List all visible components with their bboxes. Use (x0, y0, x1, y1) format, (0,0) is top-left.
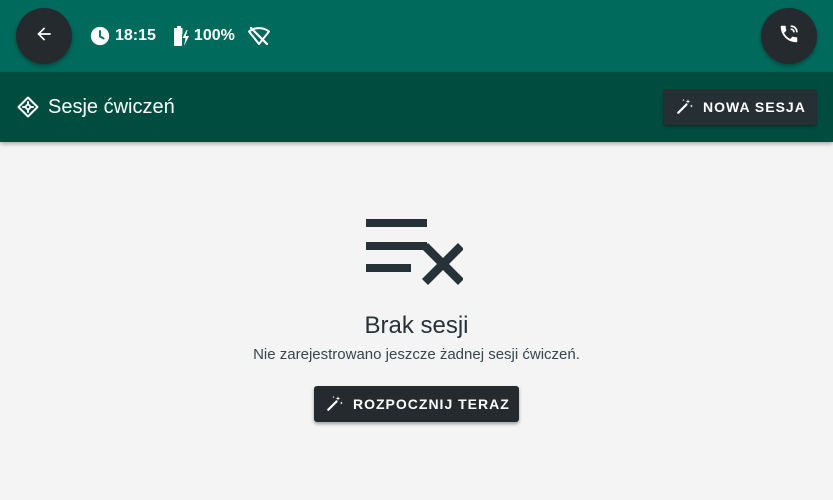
start-now-button[interactable]: ROZPOCZNIJ TERAZ (314, 386, 519, 422)
start-now-label: ROZPOCZNIJ TERAZ (353, 396, 510, 412)
empty-state-title: Brak sesji (364, 312, 469, 339)
app-bar: Sesje ćwiczeń NOWA SESJA (0, 72, 833, 142)
back-button[interactable] (16, 8, 72, 64)
phone-call-button[interactable] (761, 8, 817, 64)
status-indicators: 18:15 100% (89, 23, 271, 49)
wifi-off-icon (247, 24, 271, 48)
battery-level: 100% (193, 27, 235, 44)
clock-icon (89, 25, 111, 47)
playlist-remove-icon (365, 218, 465, 286)
magic-wand-icon (326, 394, 353, 415)
new-session-label: NOWA SESJA (703, 99, 806, 115)
status-bar: 18:15 100% (0, 0, 833, 72)
battery-charging-icon (168, 24, 192, 48)
status-time: 18:15 (115, 27, 156, 44)
empty-state-subtitle: Nie zarejestrowano jeszcze żadnej sesji … (253, 346, 580, 363)
magic-wand-icon (676, 97, 703, 118)
exercise-logo-icon (16, 95, 40, 119)
back-arrow-icon (34, 24, 54, 49)
phone-call-icon (778, 23, 800, 50)
page-title: Sesje ćwiczeń (48, 96, 175, 118)
new-session-button[interactable]: NOWA SESJA (663, 89, 817, 125)
